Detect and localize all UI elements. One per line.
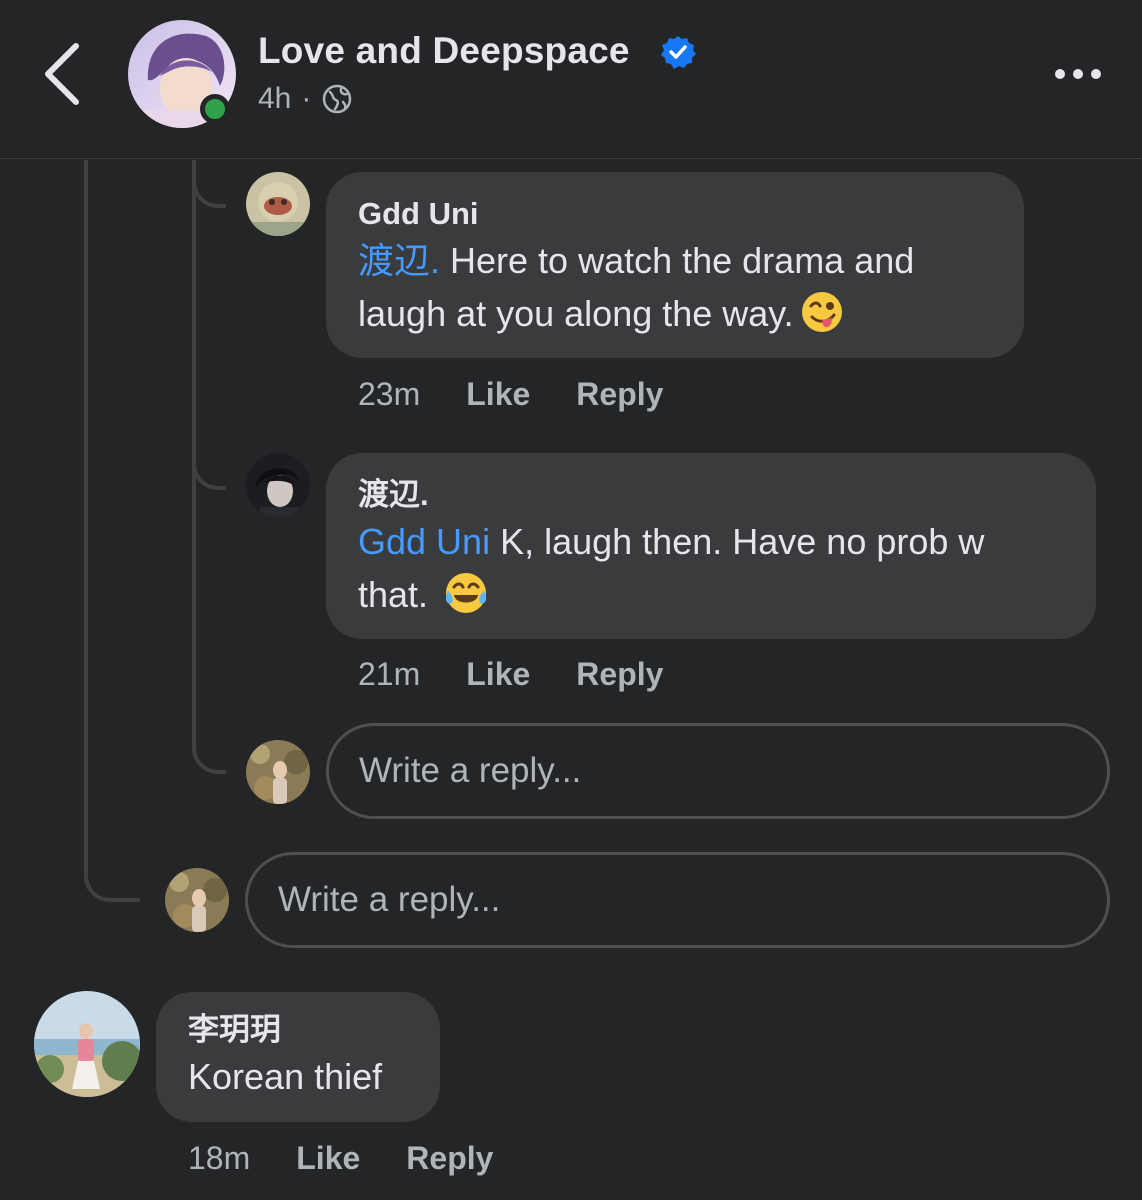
verified-badge-icon [661,36,696,69]
reply-button[interactable]: Reply [576,656,663,693]
more-icon[interactable] [1050,60,1110,88]
meta-separator: · [301,82,312,115]
mention-link[interactable]: 渡辺. [358,240,440,281]
outer-reply-input[interactable]: Write a reply... [245,852,1110,948]
post-time: 4h [258,82,292,115]
avatar-current-user-outer [165,868,229,932]
winking-tongue-emoji-icon [801,292,842,332]
comment-time: 21m [358,655,421,692]
comment-bubble-gdd-uni: Gdd Uni 渡辺. Here to watch the drama and … [326,172,1024,358]
like-button[interactable]: Like [466,376,530,413]
reply-placeholder: Write a reply... [278,880,501,919]
thread-curve-nested-reply [192,720,226,774]
post-header: Love and Deepspace 4h · [0,0,1142,159]
reply-button[interactable]: Reply [576,376,663,413]
tears-of-joy-emoji-icon [445,573,487,613]
thread-curve-watanabe [192,440,226,490]
avatar-gdd-uni[interactable] [246,172,310,236]
like-button[interactable]: Like [296,1140,360,1177]
comment-meta-gdd-uni: 23m Like Reply [358,374,663,414]
thread-curve-outer [84,840,140,902]
back-arrow-icon [45,43,79,105]
mention-link[interactable]: Gdd Uni [358,521,490,562]
avatar-watanabe[interactable] [246,453,310,517]
comment-author[interactable]: Gdd Uni [358,194,992,234]
online-status-dot [200,94,230,124]
comment-bubble-li-yueyue: 李玥玥 Korean thief [156,992,440,1122]
thread-curve-gdd [192,160,226,208]
back-button[interactable] [36,38,96,110]
comment-text: 渡辺. Here to watch the drama and laugh at… [358,234,992,340]
comment-author[interactable]: 渡辺. [358,475,1064,515]
globe-icon [323,84,352,114]
comment-text: Gdd Uni K, laugh then. Have no prob w th… [358,515,1064,621]
reply-button[interactable]: Reply [406,1140,493,1177]
thread-line-outer [84,160,88,860]
page-name[interactable]: Love and Deepspace [258,30,630,72]
comment-time: 18m [188,1139,251,1176]
comment-author[interactable]: 李玥玥 [188,1010,408,1050]
avatar-current-user-nested [246,740,310,804]
post-meta: 4h · [258,82,353,116]
comment-meta-watanabe: 21m Like Reply [358,654,663,694]
comment-text: Korean thief [188,1056,383,1097]
nested-reply-input[interactable]: Write a reply... [326,723,1110,819]
like-button[interactable]: Like [466,656,530,693]
comment-time: 23m [358,375,421,412]
reply-placeholder: Write a reply... [359,751,582,790]
comment-meta-li-yueyue: 18m Like Reply [188,1138,493,1178]
avatar-li-yueyue[interactable] [34,991,140,1097]
comment-bubble-watanabe: 渡辺. Gdd Uni K, laugh then. Have no prob … [326,453,1096,639]
